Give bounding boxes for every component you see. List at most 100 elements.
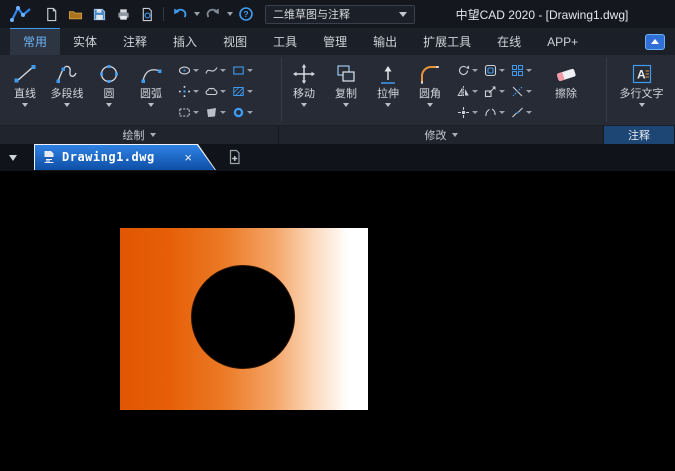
app-logo-icon[interactable] (8, 3, 34, 25)
erase-tool-button[interactable]: 擦除 (542, 58, 590, 122)
undo-dropdown-caret-icon[interactable] (194, 12, 200, 16)
tab-solid[interactable]: 实体 (60, 28, 110, 55)
dropdown-caret-icon[interactable] (193, 111, 199, 114)
dropdown-caret-icon[interactable] (22, 103, 28, 107)
rectangle-tool-button[interactable] (232, 60, 259, 81)
explode-tool-button[interactable] (457, 102, 484, 123)
arc-tool-button[interactable]: 圆弧 (130, 58, 172, 122)
dropdown-caret-icon[interactable] (472, 90, 478, 93)
fillet-tool-button[interactable]: 圆角 (409, 58, 451, 122)
hatch-tool-button[interactable] (232, 81, 259, 102)
dropdown-caret-icon[interactable] (64, 103, 70, 107)
draw-panel-label-text: 绘制 (122, 130, 145, 142)
close-tab-button[interactable]: × (184, 151, 192, 164)
dropdown-caret-icon[interactable] (526, 69, 532, 72)
redo-dropdown-caret-icon[interactable] (227, 12, 233, 16)
dropdown-caret-icon[interactable] (427, 103, 433, 107)
spline-tool-button[interactable] (205, 60, 232, 81)
dropdown-caret-icon[interactable] (472, 69, 478, 72)
panel-flyout-caret-icon[interactable] (149, 133, 156, 137)
array-tool-button[interactable] (511, 60, 538, 81)
file-tab-active[interactable]: Drawing1.dwg × (34, 144, 216, 170)
rotate-tool-button[interactable] (457, 60, 484, 81)
copy-tool-button[interactable]: 复制 (325, 58, 367, 122)
dropdown-caret-icon[interactable] (193, 90, 199, 93)
new-tab-button[interactable] (222, 145, 248, 169)
annotate-panel: A 多行文字 (608, 55, 675, 125)
polyline-tool-button[interactable]: 多段线 (46, 58, 88, 122)
dropdown-caret-icon[interactable] (499, 111, 505, 114)
donut-tool-button[interactable] (232, 102, 259, 123)
dropdown-caret-icon[interactable] (193, 69, 199, 72)
dropdown-caret-icon[interactable] (638, 103, 645, 107)
tab-manage[interactable]: 管理 (310, 28, 360, 55)
circle-tool-button[interactable]: 圆 (88, 58, 130, 122)
drawing-canvas[interactable] (0, 171, 675, 471)
plot-preview-button[interactable] (136, 3, 158, 25)
offset-tool-button[interactable] (484, 60, 511, 81)
point-tool-button[interactable] (178, 81, 205, 102)
break-tool-button[interactable] (484, 102, 511, 123)
black-circle[interactable] (191, 265, 295, 369)
file-tab-menu-button[interactable] (0, 144, 26, 171)
revision-cloud-tool-button[interactable] (205, 81, 232, 102)
svg-text:A: A (637, 68, 646, 82)
modify-panel-label[interactable]: 修改 (279, 126, 604, 144)
tab-annotate[interactable]: 注释 (110, 28, 160, 55)
hatch-icon (233, 87, 244, 96)
workspace-selector[interactable]: 二维草图与注释 (265, 4, 415, 24)
line-tool-button[interactable]: 直线 (4, 58, 46, 122)
dropdown-caret-icon[interactable] (526, 90, 532, 93)
redo-button[interactable] (202, 3, 224, 25)
dropdown-caret-icon[interactable] (301, 103, 307, 107)
mtext-tool-button[interactable]: A 多行文字 (614, 58, 670, 122)
join-tool-button[interactable] (511, 102, 538, 123)
dropdown-caret-icon[interactable] (526, 111, 532, 114)
tab-tools[interactable]: 工具 (260, 28, 310, 55)
tab-output[interactable]: 输出 (360, 28, 410, 55)
workspace-caret-icon (399, 11, 407, 17)
dropdown-caret-icon[interactable] (385, 103, 391, 107)
tab-express-tools[interactable]: 扩展工具 (410, 28, 484, 55)
dropdown-caret-icon[interactable] (499, 90, 505, 93)
wipeout-tool-button[interactable] (205, 102, 232, 123)
panel-flyout-caret-icon[interactable] (451, 133, 458, 137)
tab-home[interactable]: 常用 (10, 28, 61, 55)
tab-insert[interactable]: 插入 (160, 28, 210, 55)
dropdown-caret-icon[interactable] (472, 111, 478, 114)
print-button[interactable] (112, 3, 134, 25)
new-file-button[interactable] (40, 3, 62, 25)
dropdown-caret-icon[interactable] (499, 69, 505, 72)
tab-app-plus[interactable]: APP+ (534, 28, 591, 55)
dropdown-caret-icon[interactable] (247, 69, 253, 72)
tab-view[interactable]: 视图 (210, 28, 260, 55)
dropdown-caret-icon[interactable] (247, 90, 253, 93)
move-tool-button[interactable]: 移动 (283, 58, 325, 122)
array-icon (512, 65, 523, 76)
ribbon-collapse-button[interactable] (645, 33, 665, 50)
new-file-icon (46, 7, 56, 21)
ellipse-tool-button[interactable] (178, 60, 205, 81)
dropdown-caret-icon[interactable] (106, 103, 112, 107)
modify-mini-grid (457, 58, 538, 123)
open-file-button[interactable] (64, 3, 86, 25)
dropdown-caret-icon[interactable] (148, 103, 154, 107)
dropdown-caret-icon[interactable] (220, 69, 226, 72)
panel-divider (606, 58, 607, 122)
scale-tool-button[interactable] (484, 81, 511, 102)
draw-panel-label[interactable]: 绘制 (0, 126, 279, 144)
tab-online[interactable]: 在线 (484, 28, 534, 55)
dropdown-caret-icon[interactable] (247, 111, 253, 114)
annotate-panel-label[interactable]: 注释 (604, 126, 675, 144)
construction-line-tool-button[interactable] (178, 102, 205, 123)
dropdown-caret-icon[interactable] (220, 90, 226, 93)
dropdown-caret-icon[interactable] (343, 103, 349, 107)
trim-tool-button[interactable] (511, 81, 538, 102)
dropdown-caret-icon[interactable] (220, 111, 226, 114)
save-button[interactable] (88, 3, 110, 25)
help-button[interactable]: ? (235, 3, 257, 25)
undo-button[interactable] (169, 3, 191, 25)
mirror-tool-button[interactable] (457, 81, 484, 102)
line-tool-label: 直线 (14, 88, 36, 100)
stretch-tool-button[interactable]: 拉伸 (367, 58, 409, 122)
